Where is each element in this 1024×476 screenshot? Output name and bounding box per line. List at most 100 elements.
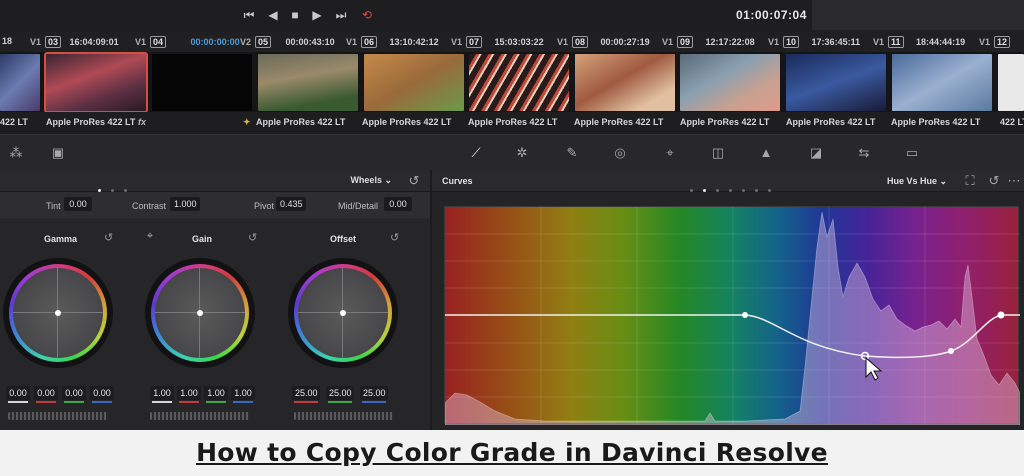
- curves-panel: Curves Hue Vs Hue ⌄ ⛶ ↺ ⋯: [432, 170, 1024, 430]
- clip-name: 422 LT: [0, 117, 28, 127]
- gallery-icon[interactable]: ▣: [48, 143, 68, 163]
- clip-header[interactable]: V1 03 16:04:09:01: [30, 36, 125, 48]
- curve-mode-dropdown[interactable]: Hue Vs Hue ⌄: [887, 176, 947, 187]
- crosshair-icon[interactable]: ⌖: [142, 228, 158, 244]
- master-timecode: 01:00:07:04: [736, 8, 807, 22]
- gamma-reset-icon[interactable]: ↺: [104, 231, 113, 244]
- clip-thumbnail-strip: [0, 52, 1024, 113]
- nodes-icon[interactable]: ⁂: [6, 143, 26, 163]
- tint-label: Tint: [46, 201, 61, 211]
- loop-icon[interactable]: ⟲: [358, 7, 376, 23]
- clip-header[interactable]: V1 06 13:10:42:12: [346, 36, 445, 48]
- clip-thumbnail[interactable]: [364, 54, 464, 111]
- clip-thumbnail[interactable]: [998, 54, 1024, 111]
- clip-thumbnail-selected[interactable]: [44, 52, 148, 113]
- curve-graph-svg[interactable]: [445, 207, 1020, 425]
- offset-g-value[interactable]: 25.00: [326, 386, 354, 403]
- curve-control-point[interactable]: [948, 348, 954, 354]
- mid-detail-field[interactable]: 0.00: [384, 197, 412, 211]
- color-toolbar: ⁂ ▣ ⟋ ✲ ✎ ◎ ⌖ ◫ ▲ ◪ ⇆ ▭: [0, 134, 1024, 170]
- gamma-master-wheel[interactable]: [8, 412, 108, 420]
- clip-header[interactable]: V2 05 00:00:43:10: [240, 36, 341, 48]
- page-dots: [98, 179, 137, 192]
- curves-title: Curves: [442, 176, 473, 186]
- play-icon[interactable]: ▶: [308, 7, 326, 23]
- transport-right-panel: [812, 0, 1024, 30]
- skip-forward-icon[interactable]: ⏭: [332, 7, 350, 23]
- page-dots: [690, 179, 781, 192]
- pivot-label: Pivot: [254, 201, 275, 211]
- sparkle-icon: ✦: [243, 117, 251, 127]
- gain-r-value[interactable]: 1.00: [177, 386, 201, 403]
- magic-mask-icon[interactable]: ◫: [708, 143, 728, 163]
- key-icon[interactable]: ◪: [806, 143, 826, 163]
- clip-thumbnail[interactable]: [0, 54, 40, 111]
- curve-control-point[interactable]: [997, 311, 1005, 319]
- clip-header[interactable]: V1 12: [979, 36, 1011, 48]
- clip-header[interactable]: V1 07 15:03:03:22: [451, 36, 550, 48]
- curves-header: Curves Hue Vs Hue ⌄ ⛶ ↺ ⋯: [432, 170, 1024, 192]
- mid-detail-label: Mid/Detail: [338, 201, 379, 211]
- stop-icon[interactable]: ■: [286, 7, 304, 23]
- gamma-y-value[interactable]: 0.00: [6, 386, 30, 403]
- clip-thumbnail[interactable]: [258, 54, 358, 111]
- gamma-b-value[interactable]: 0.00: [90, 386, 114, 403]
- qualifier-eyedropper-icon[interactable]: ✎: [562, 143, 582, 163]
- clip-name: Apple ProRes 422 LT: [256, 117, 346, 127]
- clip-header[interactable]: V1 04 00:00:00:00: [135, 36, 246, 48]
- video-caption: How to Copy Color Grade in Davinci Resol…: [196, 438, 828, 467]
- clip-thumbnail[interactable]: [892, 54, 992, 111]
- gain-wheel[interactable]: [145, 258, 255, 368]
- blur-icon[interactable]: ▲: [756, 143, 776, 163]
- more-options-icon[interactable]: ⋯: [1004, 171, 1024, 191]
- reset-icon[interactable]: ↺: [984, 171, 1004, 191]
- offset-wheel[interactable]: [288, 258, 398, 368]
- gamma-label: Gamma: [44, 234, 78, 244]
- tint-field[interactable]: 0.00: [64, 197, 92, 211]
- hue-vs-hue-graph[interactable]: [444, 206, 1020, 425]
- pivot-field[interactable]: 0.435: [276, 197, 306, 211]
- clip-thumbnail[interactable]: [680, 54, 780, 111]
- clip-header[interactable]: V1 09 12:17:22:08: [662, 36, 761, 48]
- clip-thumbnail[interactable]: [786, 54, 886, 111]
- sizing-icon[interactable]: ⇆: [854, 143, 874, 163]
- gain-y-value[interactable]: 1.00: [150, 386, 174, 403]
- clip-header-bar: 18 V1 03 16:04:09:01 V1 04 00:00:00:00 V2 0…: [0, 30, 1024, 52]
- clip-header[interactable]: V1 11 18:44:44:19: [873, 36, 971, 48]
- color-warper-icon[interactable]: ✲: [512, 143, 532, 163]
- gain-master-wheel[interactable]: [150, 412, 250, 420]
- window-icon[interactable]: ◎: [610, 143, 630, 163]
- clip-name-bar: 422 LT Apple ProRes 422 LT fx ✦ Apple Pr…: [0, 112, 1024, 134]
- offset-r-value[interactable]: 25.00: [292, 386, 320, 403]
- clip-thumbnail[interactable]: [469, 54, 569, 111]
- primary-params-row: Tint 0.00 Contrast 1.000 Pivot 0.435 Mid…: [0, 192, 430, 218]
- expand-icon[interactable]: ⛶: [960, 171, 980, 191]
- clip-name: Apple ProRes 422 LT: [468, 117, 558, 127]
- clip-name: Apple ProRes 422 LT: [46, 117, 136, 127]
- offset-label: Offset: [330, 234, 357, 244]
- gamma-r-value[interactable]: 0.00: [34, 386, 58, 403]
- play-reverse-icon[interactable]: ◀: [264, 7, 282, 23]
- clip-header[interactable]: V1 10 17:36:45:11: [768, 36, 866, 48]
- clip-thumbnail[interactable]: [152, 54, 252, 111]
- gain-b-value[interactable]: 1.00: [231, 386, 255, 403]
- wheels-mode-dropdown[interactable]: Wheels ⌄: [350, 175, 392, 186]
- clip-header[interactable]: V1 08 00:00:27:19: [557, 36, 656, 48]
- contrast-field[interactable]: 1.000: [170, 197, 200, 211]
- curves-icon[interactable]: ⟋: [466, 143, 486, 163]
- reset-icon[interactable]: ↺: [404, 171, 424, 191]
- scopes-icon[interactable]: ▭: [902, 143, 922, 163]
- clip-thumbnail[interactable]: [575, 54, 675, 111]
- gain-g-value[interactable]: 1.00: [204, 386, 228, 403]
- offset-b-value[interactable]: 25.00: [360, 386, 388, 403]
- gain-reset-icon[interactable]: ↺: [248, 231, 257, 244]
- offset-master-wheel[interactable]: [294, 412, 394, 420]
- skip-back-icon[interactable]: ⏮: [240, 7, 258, 23]
- wheels-header: Wheels ⌄ ↺: [0, 170, 430, 192]
- tracker-icon[interactable]: ⌖: [660, 143, 680, 163]
- gamma-wheel[interactable]: [3, 258, 113, 368]
- color-wheels-panel: Wheels ⌄ ↺ Tint 0.00 Contrast 1.000 Pivo…: [0, 170, 430, 430]
- curve-control-point[interactable]: [742, 312, 748, 318]
- offset-reset-icon[interactable]: ↺: [390, 231, 399, 244]
- gamma-g-value[interactable]: 0.00: [62, 386, 86, 403]
